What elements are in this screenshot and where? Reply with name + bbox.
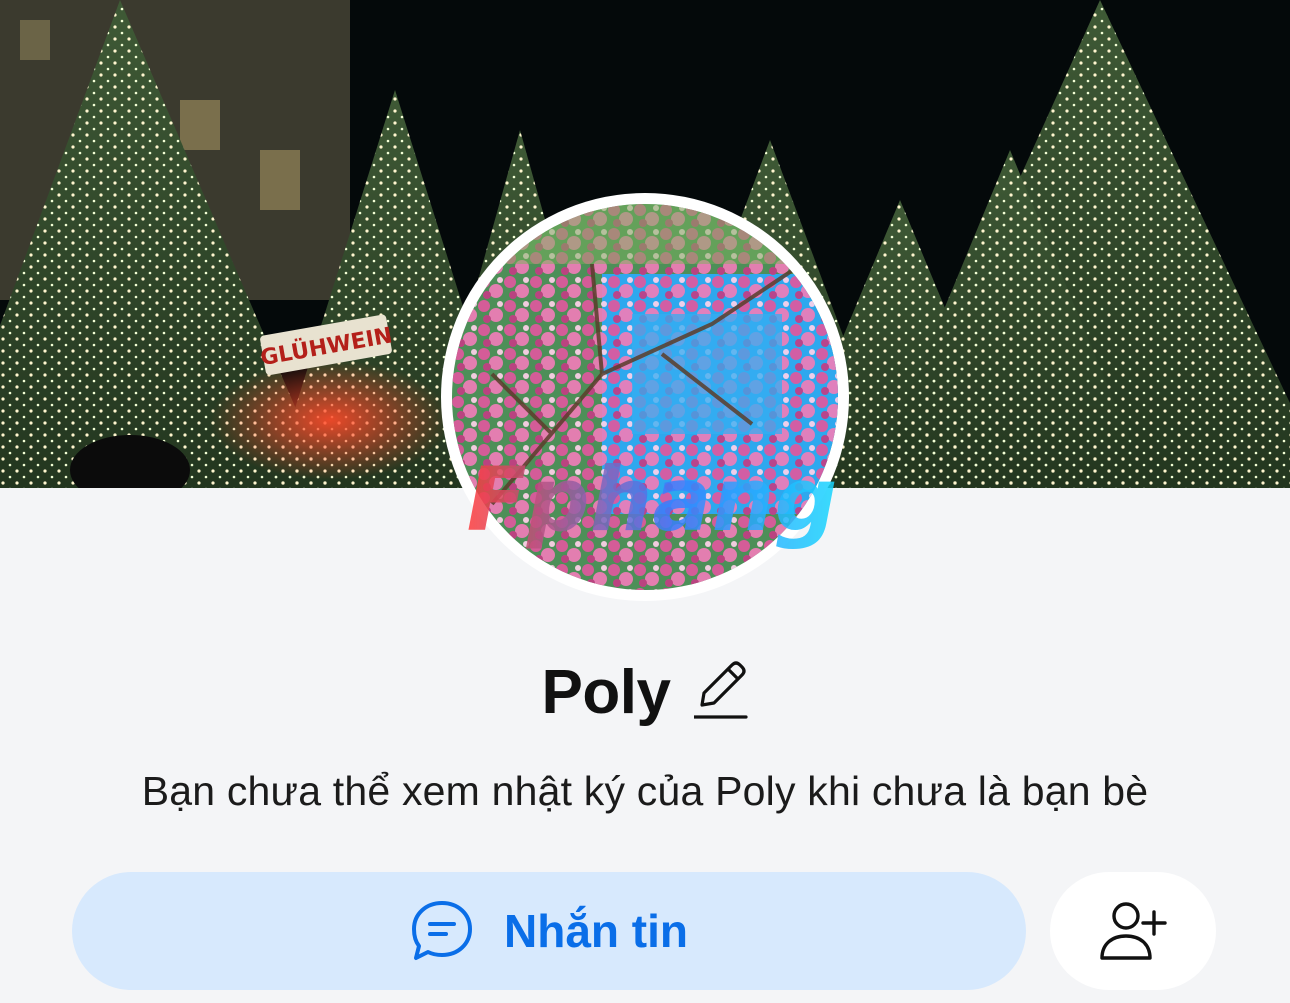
friendship-notice: Bạn chưa thể xem nhật ký của Poly khi ch… [141,768,1149,814]
name-row: Poly [0,650,1290,734]
profile-screen: GLÜHWEIN Fphang Poly Bạn chưa thể xem nh… [0,0,1290,1003]
add-friend-icon [1100,902,1167,960]
avatar-photo [452,204,838,590]
message-button-label: Nhắn tin [504,905,688,957]
pencil-icon[interactable] [694,659,749,725]
avatar[interactable] [441,193,849,601]
profile-name: Poly [541,657,671,727]
add-friend-button[interactable] [1050,872,1216,990]
chat-bubble-icon [412,901,472,960]
message-button[interactable]: Nhắn tin [72,872,1026,990]
